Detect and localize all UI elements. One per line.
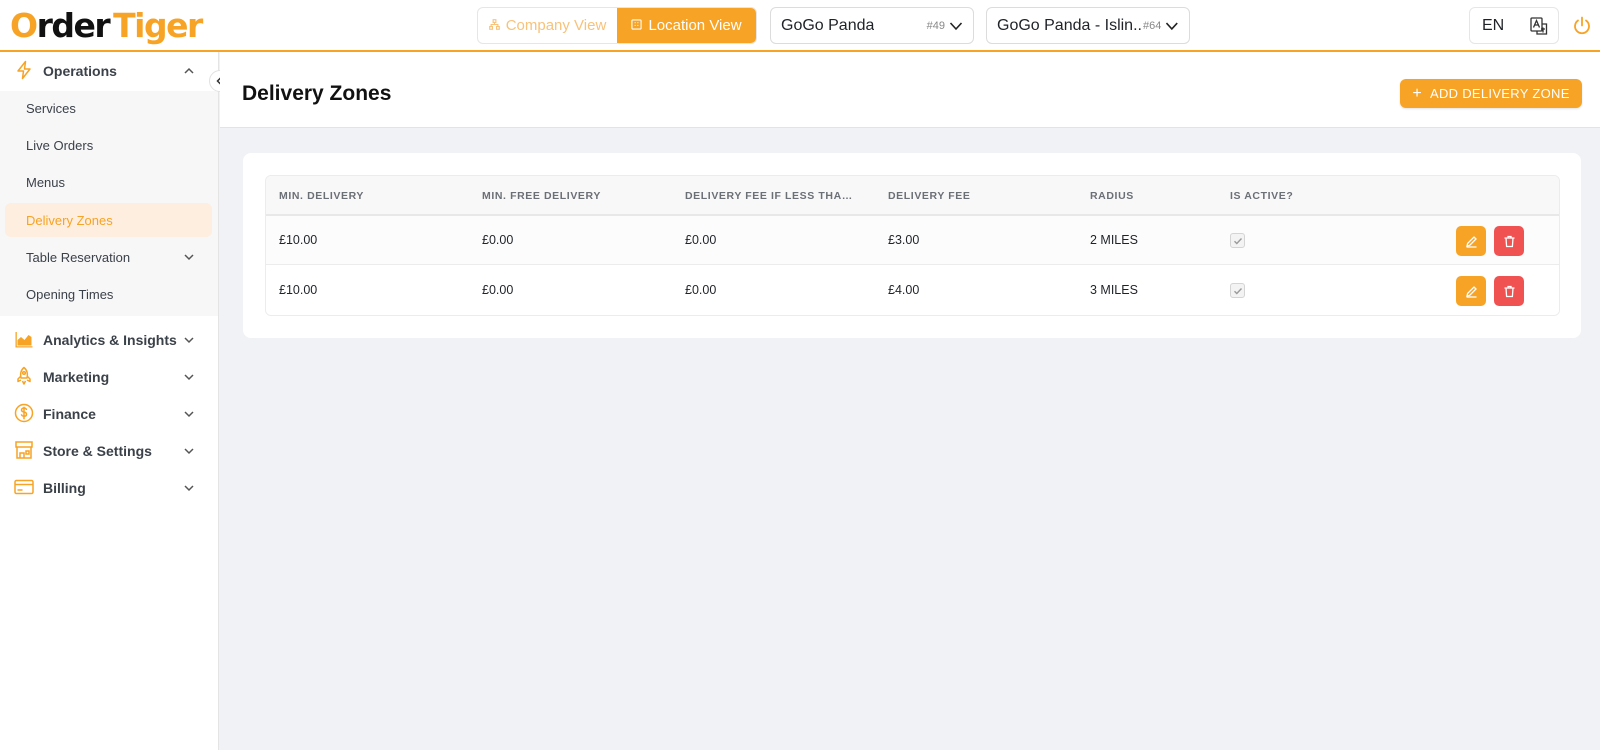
power-icon[interactable] <box>1572 16 1592 36</box>
company-view-button[interactable]: Company View <box>478 8 617 43</box>
delivery-zones-table: MIN. DELIVERY MIN. FREE DELIVERY DELIVER… <box>265 175 1560 316</box>
sidebar-group-analytics[interactable]: Analytics & Insights <box>0 321 218 358</box>
location-select[interactable]: GoGo Panda - Islin... #64 <box>986 7 1190 44</box>
operations-submenu: Services Live Orders Menus Delivery Zone… <box>0 91 218 316</box>
translate-icon[interactable] <box>1530 17 1548 35</box>
delivery-zones-card: MIN. DELIVERY MIN. FREE DELIVERY DELIVER… <box>243 153 1581 338</box>
company-select[interactable]: GoGo Panda #49 <box>770 7 974 44</box>
building-icon <box>631 18 643 33</box>
chevron-down-icon <box>184 337 194 344</box>
sidebar-item-live-orders[interactable]: Live Orders <box>5 128 212 162</box>
sidebar-group-operations[interactable]: Operations <box>0 52 218 89</box>
chevron-down-icon <box>184 411 194 418</box>
table-row: £10.00 £0.00 £0.00 £3.00 2 MILES <box>266 216 1559 265</box>
page-header: Delivery Zones + ADD DELIVERY ZONE <box>220 52 1600 128</box>
check-icon <box>1233 287 1242 295</box>
top-bar: Order Tiger Company View Location View Go… <box>0 0 1600 52</box>
cell-delivery-fee: £3.00 <box>888 233 920 247</box>
edit-button[interactable] <box>1456 226 1486 256</box>
chevron-down-icon <box>184 448 194 455</box>
cell-fee-if-less: £0.00 <box>685 233 717 247</box>
trash-icon <box>1504 285 1514 297</box>
delete-button[interactable] <box>1494 276 1524 306</box>
page-title: Delivery Zones <box>242 82 392 105</box>
sidebar-item-opening-times[interactable]: Opening Times <box>5 277 212 311</box>
table-row: £10.00 £0.00 £0.00 £4.00 3 MILES <box>266 266 1559 315</box>
delete-button[interactable] <box>1494 226 1524 256</box>
cell-min-delivery: £10.00 <box>279 283 318 297</box>
trash-icon <box>1504 235 1514 247</box>
add-delivery-zone-button[interactable]: + ADD DELIVERY ZONE <box>1400 79 1582 108</box>
column-header-fee-if-less[interactable]: DELIVERY FEE IF LESS THAN ... <box>685 190 855 202</box>
sidebar-item-services[interactable]: Services <box>5 91 212 125</box>
cell-min-delivery: £10.00 <box>279 233 318 247</box>
cell-min-free-delivery: £0.00 <box>482 283 514 297</box>
check-icon <box>1233 237 1242 245</box>
cell-radius: 3 MILES <box>1090 283 1138 297</box>
language-label: EN <box>1482 16 1505 34</box>
order-tiger-logo[interactable]: Order Tiger <box>10 6 203 46</box>
is-active-checkbox[interactable] <box>1230 283 1245 298</box>
chevron-down-icon <box>184 485 194 492</box>
chevron-up-icon <box>184 67 194 74</box>
chevron-down-icon <box>949 21 963 30</box>
plus-icon: + <box>1412 84 1422 102</box>
sidebar-group-marketing[interactable]: Marketing <box>0 358 218 395</box>
sidebar-item-menus[interactable]: Menus <box>5 165 212 199</box>
hierarchy-icon <box>488 18 500 33</box>
sidebar-item-delivery-zones[interactable]: Delivery Zones <box>5 203 212 237</box>
pencil-icon <box>1465 285 1477 298</box>
lightning-icon <box>17 60 31 80</box>
cell-fee-if-less: £0.00 <box>685 283 717 297</box>
chart-icon <box>15 332 33 348</box>
rocket-icon <box>17 366 31 385</box>
sidebar-group-store-settings[interactable]: Store & Settings <box>0 432 218 469</box>
edit-button[interactable] <box>1456 276 1486 306</box>
view-toggle: Company View Location View <box>477 7 757 44</box>
credit-card-icon <box>14 479 34 495</box>
column-header-min-free-delivery[interactable]: MIN. FREE DELIVERY <box>482 190 601 202</box>
store-icon <box>15 441 33 459</box>
chevron-down-icon <box>184 374 194 381</box>
language-switcher[interactable]: EN <box>1469 7 1559 44</box>
location-view-button[interactable]: Location View <box>617 8 756 43</box>
is-active-checkbox[interactable] <box>1230 233 1245 248</box>
table-header: MIN. DELIVERY MIN. FREE DELIVERY DELIVER… <box>266 176 1559 216</box>
chevron-down-icon <box>1166 22 1179 30</box>
cell-radius: 2 MILES <box>1090 233 1138 247</box>
column-header-radius[interactable]: RADIUS <box>1090 190 1134 202</box>
sidebar-item-table-reservation[interactable]: Table Reservation <box>5 240 212 274</box>
column-header-min-delivery[interactable]: MIN. DELIVERY <box>279 190 364 202</box>
column-header-delivery-fee[interactable]: DELIVERY FEE <box>888 190 970 202</box>
cell-delivery-fee: £4.00 <box>888 283 920 297</box>
sidebar-group-billing[interactable]: Billing <box>0 469 218 506</box>
cell-min-free-delivery: £0.00 <box>482 233 514 247</box>
sidebar-group-finance[interactable]: Finance <box>0 395 218 432</box>
column-header-is-active[interactable]: IS ACTIVE? <box>1230 190 1293 202</box>
pencil-icon <box>1465 235 1477 248</box>
dollar-icon <box>14 403 34 423</box>
chevron-down-icon <box>184 254 194 261</box>
sidebar: Operations Services Live Orders Menus De… <box>0 52 219 750</box>
